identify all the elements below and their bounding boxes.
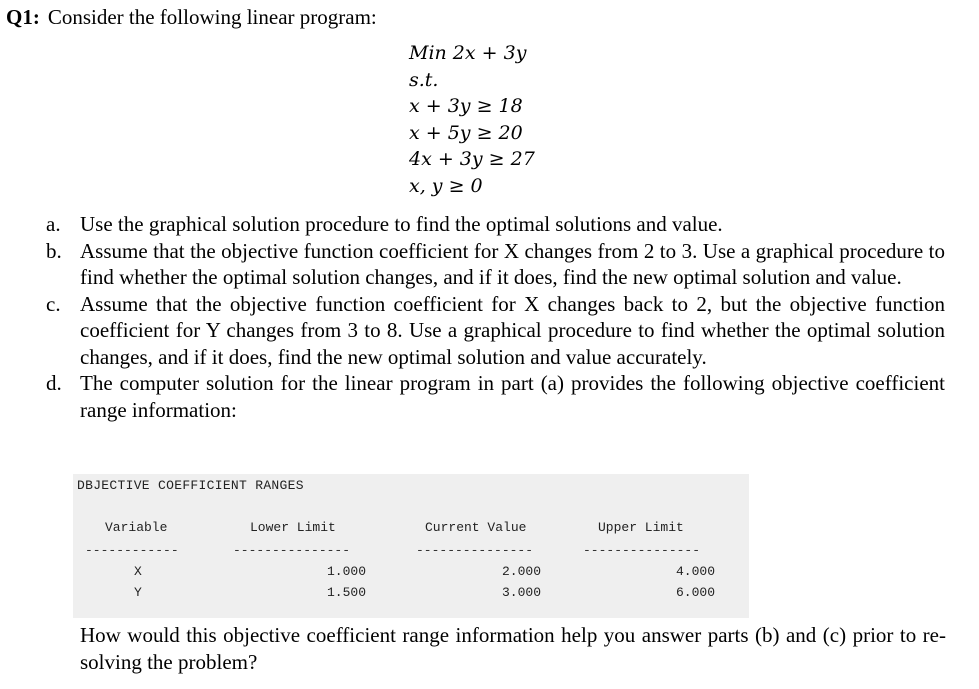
variable-cell: X bbox=[134, 564, 142, 579]
part-label: a. bbox=[46, 212, 61, 236]
upper-limit-cell: 4.000 bbox=[676, 564, 716, 579]
lower-limit-cell: 1.500 bbox=[327, 585, 367, 600]
closing-question: How would this objective coefficient ran… bbox=[80, 623, 946, 674]
part-text: Assume that the objective function coeff… bbox=[80, 291, 945, 369]
current-value-cell: 2.000 bbox=[502, 564, 542, 579]
constraint: x + 5y ≥ 20 bbox=[409, 121, 523, 144]
part-label: b. bbox=[46, 238, 62, 263]
part-text: Assume that the objective function coeff… bbox=[80, 238, 945, 290]
part-c: c. Assume that the objective function co… bbox=[46, 291, 945, 371]
table-row: Y 1.500 3.000 6.000 bbox=[73, 585, 749, 605]
column-header: Lower Limit bbox=[250, 520, 336, 535]
part-text: The computer solution for the linear pro… bbox=[80, 371, 945, 422]
separator: --------------- bbox=[233, 543, 351, 558]
column-header: Variable bbox=[105, 520, 168, 535]
part-label: c. bbox=[46, 291, 61, 316]
separator: --------------- bbox=[583, 543, 701, 558]
part-text: Use the graphical solution procedure to … bbox=[80, 212, 723, 236]
constraint: 4x + 3y ≥ 27 bbox=[409, 148, 535, 170]
separator: --------------- bbox=[416, 543, 534, 558]
column-header: Upper Limit bbox=[598, 520, 684, 535]
column-header: Current Value bbox=[425, 520, 527, 535]
separator: ------------ bbox=[85, 543, 179, 558]
part-b: b. Assume that the objective function co… bbox=[46, 238, 945, 291]
question-parts: a. Use the graphical solution procedure … bbox=[46, 211, 945, 423]
table-row: X 1.000 2.000 4.000 bbox=[73, 564, 749, 584]
table-heading: DBJECTIVE COEFFICIENT RANGES bbox=[77, 478, 304, 493]
part-d: d. The computer solution for the linear … bbox=[46, 370, 945, 423]
question-title: Q1: Consider the following linear program… bbox=[6, 3, 377, 31]
variable-cell: Y bbox=[134, 585, 142, 600]
current-value-cell: 3.000 bbox=[502, 585, 542, 600]
linear-program: Min 2x + 3y s.t. x + 3y ≥ 18 x + 5y ≥ 20… bbox=[409, 40, 535, 199]
upper-limit-cell: 6.000 bbox=[676, 585, 716, 600]
subject-to-label: s.t. bbox=[409, 68, 439, 91]
lower-limit-cell: 1.000 bbox=[327, 564, 367, 579]
part-a: a. Use the graphical solution procedure … bbox=[46, 211, 945, 238]
constraint: x + 3y ≥ 18 bbox=[409, 95, 523, 117]
objective-coefficient-ranges-table: DBJECTIVE COEFFICIENT RANGES Variable Lo… bbox=[73, 474, 749, 618]
objective-function: Min 2x + 3y bbox=[409, 42, 527, 64]
question-label: Q1: bbox=[6, 5, 40, 29]
part-label: d. bbox=[46, 371, 62, 395]
question-prompt: Consider the following linear program: bbox=[47, 5, 377, 29]
table-header-row: Variable Lower Limit Current Value Upper… bbox=[73, 520, 749, 540]
non-negativity-constraint: x, y ≥ 0 bbox=[409, 174, 483, 197]
